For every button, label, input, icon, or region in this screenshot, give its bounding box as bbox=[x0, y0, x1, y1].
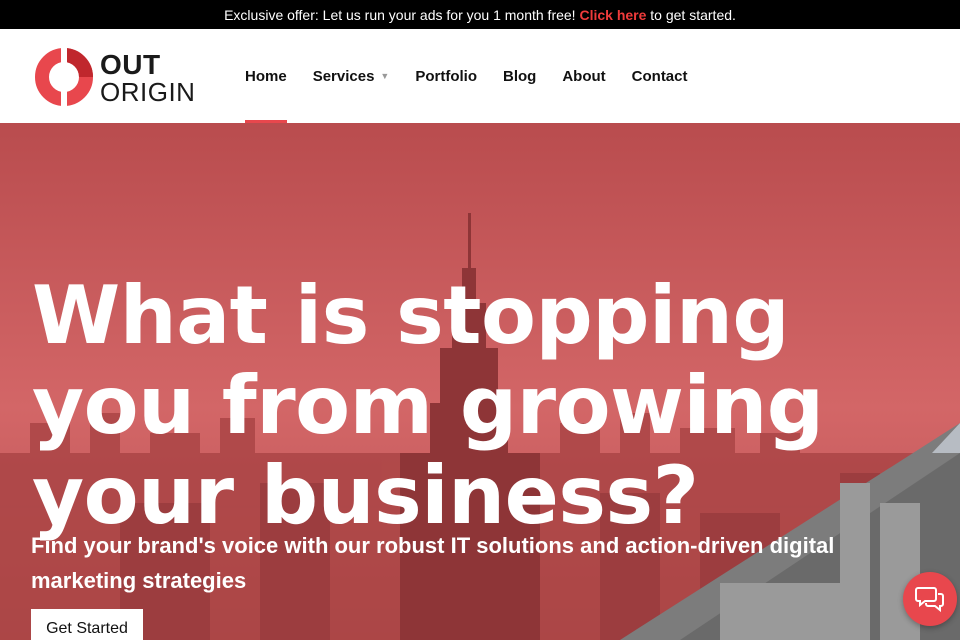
logo-icon bbox=[35, 47, 93, 107]
chat-button[interactable] bbox=[903, 572, 957, 626]
logo[interactable]: OUT ORIGIN bbox=[34, 47, 196, 107]
nav-blog[interactable]: Blog bbox=[503, 29, 536, 123]
chevron-down-icon: ▼ bbox=[380, 71, 390, 81]
promo-bar: Exclusive offer: Let us run your ads for… bbox=[0, 0, 960, 29]
logo-wordmark: OUT ORIGIN bbox=[100, 49, 196, 107]
hero-section: What is stopping you from growing your b… bbox=[0, 123, 960, 640]
nav-contact[interactable]: Contact bbox=[632, 29, 688, 123]
nav-home[interactable]: Home bbox=[245, 29, 287, 123]
nav-portfolio[interactable]: Portfolio bbox=[415, 29, 477, 123]
promo-text: Exclusive offer: Let us run your ads for… bbox=[224, 6, 580, 23]
hero-title: What is stopping you from growing your b… bbox=[32, 269, 824, 542]
hero-subtitle: Find your brand's voice with our robust … bbox=[31, 533, 835, 593]
nav-about[interactable]: About bbox=[562, 29, 605, 123]
nav-about-label: About bbox=[562, 67, 606, 85]
get-started-button[interactable]: Get Started bbox=[31, 609, 143, 640]
nav-services[interactable]: Services ▼ bbox=[313, 29, 390, 123]
chat-bubbles-icon bbox=[915, 587, 944, 613]
site-header: OUT ORIGIN Home Services ▼ Portfolio Blog… bbox=[0, 29, 960, 123]
logo-line1: OUT bbox=[100, 49, 161, 80]
nav-home-label: Home bbox=[245, 67, 287, 85]
nav-blog-label: Blog bbox=[503, 67, 537, 85]
logo-line2: ORIGIN bbox=[100, 77, 196, 107]
nav-services-label: Services bbox=[312, 67, 375, 85]
main-nav: Home Services ▼ Portfolio Blog About Cont… bbox=[245, 29, 714, 123]
nav-portfolio-label: Portfolio bbox=[415, 67, 477, 85]
promo-link[interactable]: Click here bbox=[579, 7, 646, 23]
promo-text-end: to get started. bbox=[646, 6, 736, 23]
nav-contact-label: Contact bbox=[631, 67, 688, 85]
